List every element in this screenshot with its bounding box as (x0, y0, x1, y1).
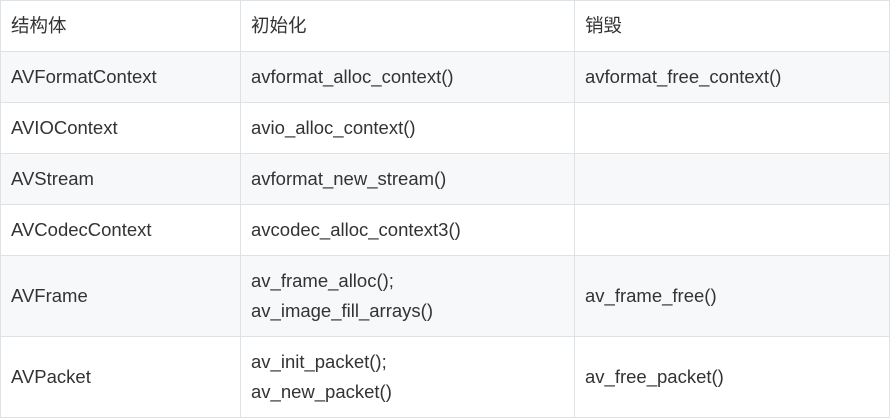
destroy-line: av_free_packet() (585, 366, 724, 387)
struct-cell: AVFormatContext (0, 51, 241, 103)
table-row: AVPacket av_init_packet(); av_new_packet… (0, 336, 890, 418)
init-cell: av_frame_alloc(); av_image_fill_arrays() (240, 255, 575, 337)
table-row: AVIOContext avio_alloc_context() (0, 102, 890, 154)
struct-cell: AVStream (0, 153, 241, 205)
struct-cell: AVIOContext (0, 102, 241, 154)
destroy-line: avformat_free_context() (585, 66, 782, 87)
init-line: av_init_packet(); (251, 351, 387, 372)
table-row: AVStream avformat_new_stream() (0, 153, 890, 205)
init-line: av_new_packet() (251, 381, 392, 402)
init-line: av_image_fill_arrays() (251, 300, 433, 321)
init-line: avformat_new_stream() (251, 168, 447, 189)
header-init: 初始化 (240, 0, 575, 52)
destroy-cell (574, 204, 890, 256)
api-table: 结构体 初始化 销毁 AVFormatContext avformat_allo… (0, 0, 890, 418)
table-header-row: 结构体 初始化 销毁 (0, 0, 890, 52)
init-line: av_frame_alloc(); (251, 270, 394, 291)
struct-cell: AVPacket (0, 336, 241, 418)
destroy-cell: avformat_free_context() (574, 51, 890, 103)
destroy-line: av_frame_free() (585, 285, 717, 306)
struct-cell: AVCodecContext (0, 204, 241, 256)
struct-cell: AVFrame (0, 255, 241, 337)
destroy-cell: av_free_packet() (574, 336, 890, 418)
header-struct: 结构体 (0, 0, 241, 52)
init-cell: av_init_packet(); av_new_packet() (240, 336, 575, 418)
table-row: AVFormatContext avformat_alloc_context()… (0, 51, 890, 103)
table-row: AVFrame av_frame_alloc(); av_image_fill_… (0, 255, 890, 337)
init-line: avformat_alloc_context() (251, 66, 454, 87)
init-line: avcodec_alloc_context3() (251, 219, 461, 240)
init-cell: avcodec_alloc_context3() (240, 204, 575, 256)
destroy-cell: av_frame_free() (574, 255, 890, 337)
init-line: avio_alloc_context() (251, 117, 416, 138)
destroy-cell (574, 153, 890, 205)
table-row: AVCodecContext avcodec_alloc_context3() (0, 204, 890, 256)
init-cell: avformat_new_stream() (240, 153, 575, 205)
init-cell: avio_alloc_context() (240, 102, 575, 154)
init-cell: avformat_alloc_context() (240, 51, 575, 103)
destroy-cell (574, 102, 890, 154)
header-destroy: 销毁 (574, 0, 890, 52)
